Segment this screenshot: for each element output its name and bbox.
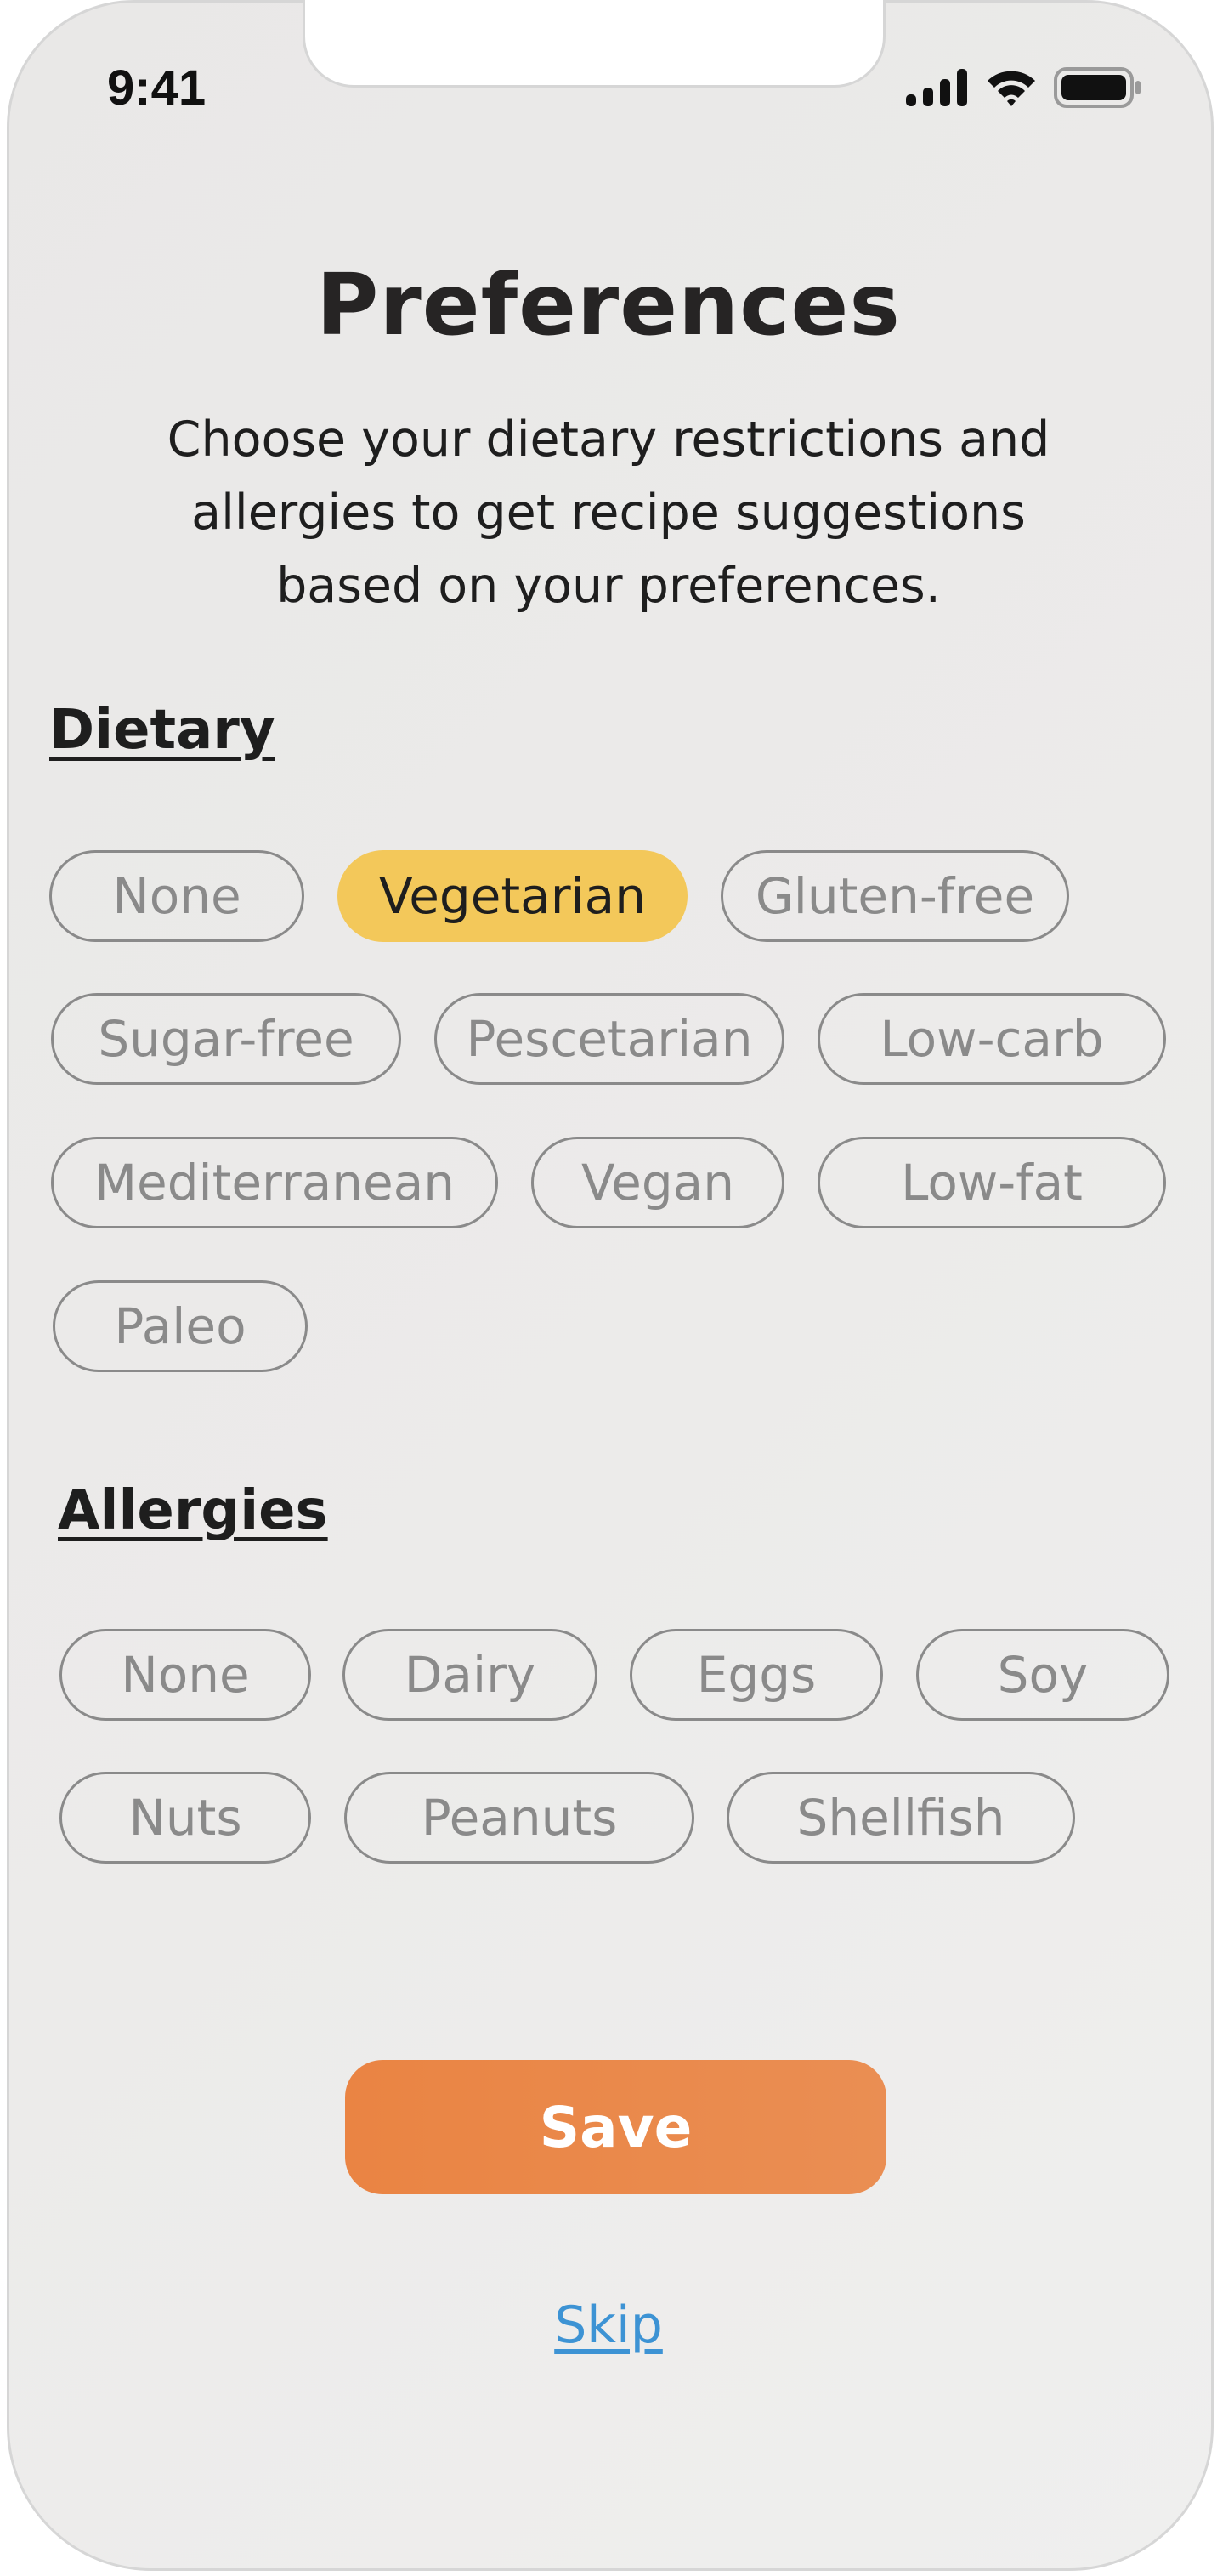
dietary-chip-mediterranean[interactable]: Mediterranean xyxy=(51,1137,498,1228)
status-icons xyxy=(906,66,1142,112)
save-button[interactable]: Save xyxy=(345,2060,886,2194)
dietary-chip-gluten-free[interactable]: Gluten-free xyxy=(721,850,1069,942)
dietary-heading: Dietary xyxy=(49,699,275,762)
device-notch xyxy=(303,0,886,88)
allergy-chip-shellfish[interactable]: Shellfish xyxy=(727,1772,1075,1864)
allergy-chip-eggs[interactable]: Eggs xyxy=(630,1629,883,1721)
dietary-chip-sugar-free[interactable]: Sugar-free xyxy=(51,993,401,1085)
allergy-chip-nuts[interactable]: Nuts xyxy=(59,1772,311,1864)
description-line: allergies to get recipe suggestions xyxy=(191,485,1026,541)
battery-icon xyxy=(1054,66,1142,112)
wifi-icon xyxy=(984,67,1039,111)
dietary-chip-vegetarian[interactable]: Vegetarian xyxy=(337,850,688,942)
cellular-signal-icon xyxy=(906,69,969,110)
page-title: Preferences xyxy=(316,255,901,355)
dietary-chip-low-fat[interactable]: Low-fat xyxy=(818,1137,1166,1228)
dietary-chip-vegan[interactable]: Vegan xyxy=(531,1137,784,1228)
dietary-chip-pescetarian[interactable]: Pescetarian xyxy=(434,993,784,1085)
page-description: Choose your dietary restrictions and all… xyxy=(99,403,1118,622)
status-time: 9:41 xyxy=(107,60,207,116)
allergy-chip-peanuts[interactable]: Peanuts xyxy=(344,1772,694,1864)
allergy-chip-dairy[interactable]: Dairy xyxy=(342,1629,597,1721)
allergies-heading: Allergies xyxy=(58,1479,328,1542)
description-line: based on your preferences. xyxy=(276,558,941,614)
skip-link[interactable]: Skip xyxy=(0,2295,1217,2355)
dietary-chip-low-carb[interactable]: Low-carb xyxy=(818,993,1166,1085)
allergy-chip-soy[interactable]: Soy xyxy=(916,1629,1169,1721)
dietary-chip-none[interactable]: None xyxy=(49,850,304,942)
dietary-chip-paleo[interactable]: Paleo xyxy=(53,1280,308,1372)
description-line: Choose your dietary restrictions and xyxy=(167,411,1050,468)
allergy-chip-none[interactable]: None xyxy=(59,1629,311,1721)
